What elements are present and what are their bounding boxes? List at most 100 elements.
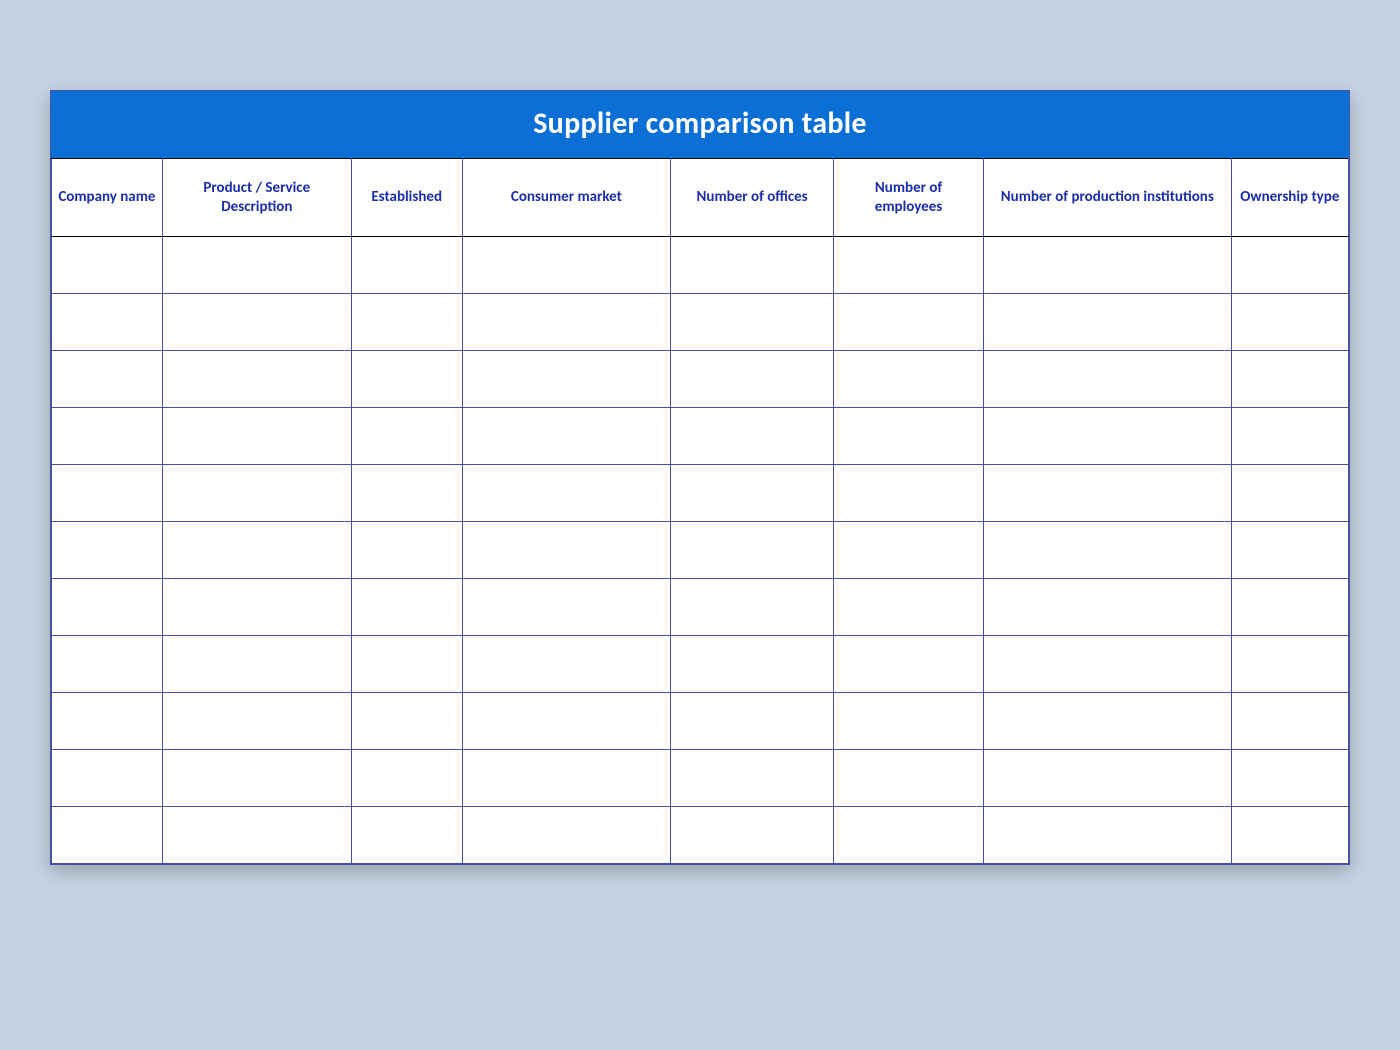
cell-established[interactable] xyxy=(351,579,462,636)
cell-number_of_employees[interactable] xyxy=(834,351,984,408)
cell-number_of_offices[interactable] xyxy=(671,522,834,579)
cell-number_of_production_institutions[interactable] xyxy=(983,408,1231,465)
page-background: Supplier comparison table Company name P… xyxy=(0,0,1400,1050)
cell-number_of_offices[interactable] xyxy=(671,465,834,522)
cell-ownership_type[interactable] xyxy=(1231,693,1348,750)
cell-ownership_type[interactable] xyxy=(1231,408,1348,465)
cell-consumer_market[interactable] xyxy=(462,693,671,750)
cell-company_name[interactable] xyxy=(52,408,163,465)
cell-number_of_production_institutions[interactable] xyxy=(983,636,1231,693)
cell-consumer_market[interactable] xyxy=(462,351,671,408)
cell-number_of_employees[interactable] xyxy=(834,579,984,636)
cell-established[interactable] xyxy=(351,294,462,351)
cell-ownership_type[interactable] xyxy=(1231,465,1348,522)
cell-consumer_market[interactable] xyxy=(462,579,671,636)
table-row xyxy=(52,294,1349,351)
table-row xyxy=(52,750,1349,807)
cell-number_of_production_institutions[interactable] xyxy=(983,237,1231,294)
table-row xyxy=(52,807,1349,864)
cell-product_service_description[interactable] xyxy=(162,693,351,750)
cell-ownership_type[interactable] xyxy=(1231,750,1348,807)
cell-number_of_offices[interactable] xyxy=(671,693,834,750)
cell-number_of_employees[interactable] xyxy=(834,750,984,807)
cell-number_of_offices[interactable] xyxy=(671,579,834,636)
cell-consumer_market[interactable] xyxy=(462,522,671,579)
cell-product_service_description[interactable] xyxy=(162,237,351,294)
cell-established[interactable] xyxy=(351,807,462,864)
cell-product_service_description[interactable] xyxy=(162,807,351,864)
cell-company_name[interactable] xyxy=(52,579,163,636)
cell-product_service_description[interactable] xyxy=(162,408,351,465)
cell-number_of_production_institutions[interactable] xyxy=(983,294,1231,351)
col-header-number-of-employees: Number of employees xyxy=(834,159,984,237)
cell-number_of_employees[interactable] xyxy=(834,807,984,864)
cell-number_of_production_institutions[interactable] xyxy=(983,579,1231,636)
cell-number_of_employees[interactable] xyxy=(834,522,984,579)
cell-product_service_description[interactable] xyxy=(162,465,351,522)
cell-ownership_type[interactable] xyxy=(1231,522,1348,579)
cell-number_of_production_institutions[interactable] xyxy=(983,750,1231,807)
cell-company_name[interactable] xyxy=(52,237,163,294)
table-body xyxy=(52,237,1349,864)
cell-company_name[interactable] xyxy=(52,522,163,579)
cell-product_service_description[interactable] xyxy=(162,522,351,579)
cell-product_service_description[interactable] xyxy=(162,294,351,351)
cell-company_name[interactable] xyxy=(52,351,163,408)
cell-number_of_employees[interactable] xyxy=(834,408,984,465)
cell-ownership_type[interactable] xyxy=(1231,351,1348,408)
cell-established[interactable] xyxy=(351,237,462,294)
cell-ownership_type[interactable] xyxy=(1231,807,1348,864)
cell-product_service_description[interactable] xyxy=(162,750,351,807)
cell-established[interactable] xyxy=(351,408,462,465)
cell-company_name[interactable] xyxy=(52,465,163,522)
cell-number_of_offices[interactable] xyxy=(671,237,834,294)
cell-product_service_description[interactable] xyxy=(162,579,351,636)
cell-consumer_market[interactable] xyxy=(462,636,671,693)
cell-number_of_offices[interactable] xyxy=(671,636,834,693)
cell-consumer_market[interactable] xyxy=(462,807,671,864)
cell-product_service_description[interactable] xyxy=(162,351,351,408)
cell-consumer_market[interactable] xyxy=(462,465,671,522)
cell-established[interactable] xyxy=(351,465,462,522)
cell-consumer_market[interactable] xyxy=(462,408,671,465)
cell-established[interactable] xyxy=(351,750,462,807)
cell-ownership_type[interactable] xyxy=(1231,579,1348,636)
cell-ownership_type[interactable] xyxy=(1231,636,1348,693)
cell-number_of_employees[interactable] xyxy=(834,636,984,693)
cell-number_of_production_institutions[interactable] xyxy=(983,807,1231,864)
cell-established[interactable] xyxy=(351,636,462,693)
cell-number_of_offices[interactable] xyxy=(671,750,834,807)
cell-company_name[interactable] xyxy=(52,750,163,807)
cell-company_name[interactable] xyxy=(52,636,163,693)
table-row xyxy=(52,693,1349,750)
cell-established[interactable] xyxy=(351,522,462,579)
col-header-established: Established xyxy=(351,159,462,237)
cell-number_of_production_institutions[interactable] xyxy=(983,522,1231,579)
cell-established[interactable] xyxy=(351,693,462,750)
table-row xyxy=(52,465,1349,522)
cell-number_of_offices[interactable] xyxy=(671,351,834,408)
cell-company_name[interactable] xyxy=(52,807,163,864)
cell-company_name[interactable] xyxy=(52,294,163,351)
cell-company_name[interactable] xyxy=(52,693,163,750)
cell-ownership_type[interactable] xyxy=(1231,294,1348,351)
cell-number_of_production_institutions[interactable] xyxy=(983,465,1231,522)
cell-number_of_production_institutions[interactable] xyxy=(983,351,1231,408)
cell-number_of_offices[interactable] xyxy=(671,408,834,465)
cell-ownership_type[interactable] xyxy=(1231,237,1348,294)
table-row xyxy=(52,408,1349,465)
cell-number_of_employees[interactable] xyxy=(834,693,984,750)
cell-number_of_employees[interactable] xyxy=(834,294,984,351)
cell-established[interactable] xyxy=(351,351,462,408)
col-header-number-of-production-institutions: Number of production institutions xyxy=(983,159,1231,237)
cell-number_of_offices[interactable] xyxy=(671,294,834,351)
table-title: Supplier comparison table xyxy=(51,91,1349,158)
cell-consumer_market[interactable] xyxy=(462,294,671,351)
cell-number_of_offices[interactable] xyxy=(671,807,834,864)
cell-product_service_description[interactable] xyxy=(162,636,351,693)
cell-consumer_market[interactable] xyxy=(462,750,671,807)
cell-consumer_market[interactable] xyxy=(462,237,671,294)
cell-number_of_production_institutions[interactable] xyxy=(983,693,1231,750)
cell-number_of_employees[interactable] xyxy=(834,465,984,522)
cell-number_of_employees[interactable] xyxy=(834,237,984,294)
